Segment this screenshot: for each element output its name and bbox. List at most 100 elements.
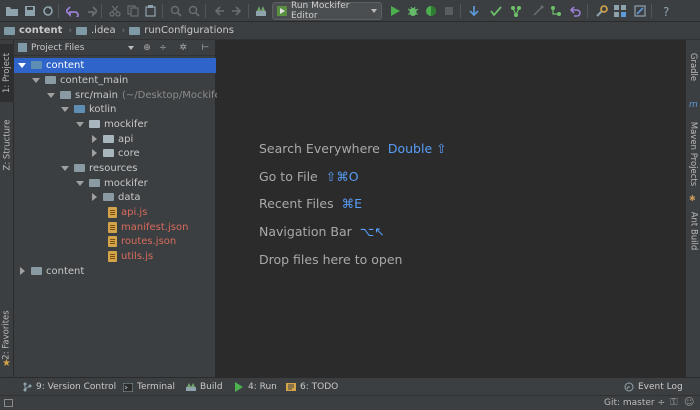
tree-item-routes-json[interactable]: routes.json bbox=[14, 234, 216, 249]
replace-icon[interactable] bbox=[186, 3, 202, 19]
tab-gradle[interactable]: Gradle bbox=[686, 46, 700, 88]
breadcrumb-item-idea[interactable]: .idea bbox=[76, 25, 116, 36]
tab-build[interactable]: Build bbox=[186, 378, 223, 396]
settings-icon[interactable] bbox=[593, 3, 609, 19]
tree-item-core[interactable]: core bbox=[14, 146, 216, 161]
hint-go-to-file: Go to File ⇧⌘O bbox=[259, 169, 359, 184]
scroll-from-source-icon[interactable]: ⊕ bbox=[142, 43, 152, 53]
status-bar: Git: master ÷ ⚿ ☺ bbox=[0, 395, 700, 410]
save-icon[interactable] bbox=[22, 3, 38, 19]
tab-event-log[interactable]: Event Log bbox=[624, 378, 683, 396]
tool-windows-toggle-icon[interactable] bbox=[4, 399, 13, 407]
source-folder-icon bbox=[74, 105, 85, 114]
find-icon[interactable] bbox=[168, 3, 184, 19]
copy-icon[interactable] bbox=[125, 3, 141, 19]
tree-item-kotlin[interactable]: kotlin bbox=[14, 102, 216, 117]
vcs-history-icon[interactable] bbox=[530, 3, 546, 19]
run-icon bbox=[234, 382, 244, 392]
navigation-breadcrumb: content › .idea › runConfigurations bbox=[0, 22, 700, 40]
vcs-revert-icon[interactable] bbox=[568, 3, 584, 19]
paste-icon[interactable] bbox=[143, 3, 159, 19]
stop-icon[interactable] bbox=[441, 3, 457, 19]
run-config-icon bbox=[277, 6, 287, 16]
right-tool-stripe: Gradle m Maven Projects ✱ Ant Build bbox=[685, 40, 700, 377]
tab-run[interactable]: 4: Run bbox=[234, 378, 277, 396]
tree-item-data[interactable]: data bbox=[14, 190, 216, 205]
folder-icon bbox=[129, 26, 141, 35]
lock-icon[interactable]: ⚿ bbox=[670, 397, 678, 408]
sdk-manager-icon[interactable] bbox=[632, 3, 648, 19]
expanded-arrow-icon bbox=[61, 106, 69, 112]
tree-item-content-main[interactable]: content_main bbox=[14, 73, 216, 88]
project-view-select[interactable]: Project Files bbox=[31, 43, 84, 53]
tab-version-control[interactable]: 9: Version Control bbox=[22, 378, 116, 396]
tab-terminal[interactable]: Terminal bbox=[123, 378, 175, 396]
cut-icon[interactable] bbox=[107, 3, 123, 19]
collapsed-arrow-icon bbox=[92, 149, 97, 158]
breadcrumb-item-run-configurations[interactable]: runConfigurations bbox=[129, 25, 234, 36]
tree-item-resources[interactable]: resources bbox=[14, 161, 216, 176]
tree-item-src-main[interactable]: src/main (~/Desktop/Mockifer bbox=[14, 88, 225, 103]
vcs-branch-icon[interactable] bbox=[548, 3, 564, 19]
folder-icon bbox=[45, 76, 56, 85]
vcs-compare-icon[interactable] bbox=[508, 3, 524, 19]
git-branch-widget[interactable]: Git: master ÷ bbox=[604, 398, 665, 408]
help-icon[interactable]: ? bbox=[658, 3, 674, 19]
collapsed-arrow-icon bbox=[92, 193, 97, 202]
hint-recent-files: Recent Files ⌘E bbox=[259, 196, 363, 211]
open-folder-icon[interactable] bbox=[4, 3, 20, 19]
project-panel: Project Files ⊕ ÷ ✲ ⊢ content content_ma… bbox=[14, 40, 225, 377]
breadcrumb-separator: › bbox=[121, 25, 126, 36]
main-toolbar: Run Mockifer Editor ? bbox=[0, 0, 700, 22]
tab-ant-build[interactable]: Ant Build bbox=[686, 204, 700, 258]
bottom-tool-bar: 9: Version Control Terminal Build 4: Run… bbox=[0, 377, 700, 395]
inspector-icon[interactable]: ☺ bbox=[684, 397, 694, 408]
expanded-arrow-icon bbox=[61, 165, 69, 171]
vcs-update-icon[interactable] bbox=[466, 3, 482, 19]
star-icon: ★ bbox=[2, 358, 11, 369]
tree-item-mockifer[interactable]: mockifer bbox=[14, 117, 216, 132]
chevron-down-icon[interactable] bbox=[128, 46, 134, 50]
folder-icon bbox=[31, 61, 42, 70]
event-log-icon bbox=[624, 382, 634, 392]
javascript-file-icon bbox=[108, 206, 117, 218]
svg-text:?: ? bbox=[663, 5, 669, 17]
tree-item-manifest-json[interactable]: manifest.json bbox=[14, 220, 216, 235]
tab-todo[interactable]: 6: TODO bbox=[286, 378, 338, 396]
hint-navigation-bar: Navigation Bar ⌥↖ bbox=[259, 224, 385, 239]
vcs-commit-icon[interactable] bbox=[488, 3, 504, 19]
run-config-label: Run Mockifer Editor bbox=[291, 1, 350, 21]
debug-icon[interactable] bbox=[405, 3, 421, 19]
tab-structure[interactable]: Z: Structure bbox=[0, 110, 14, 180]
tree-item-api-js[interactable]: api.js bbox=[14, 205, 216, 220]
tree-item-content-library[interactable]: content bbox=[14, 264, 216, 279]
redo-icon[interactable] bbox=[82, 3, 98, 19]
project-structure-icon[interactable] bbox=[612, 3, 628, 19]
editor-empty-state[interactable]: Search Everywhere Double ⇧ Go to File ⇧⌘… bbox=[217, 40, 685, 377]
folder-icon bbox=[76, 26, 87, 35]
tree-item-api[interactable]: api bbox=[14, 132, 216, 147]
tab-project[interactable]: 1: Project bbox=[0, 44, 14, 102]
expanded-arrow-icon bbox=[32, 77, 40, 83]
tab-maven-projects[interactable]: Maven Projects bbox=[686, 112, 700, 196]
ant-icon: ✱ bbox=[689, 194, 696, 203]
run-icon[interactable] bbox=[387, 3, 403, 19]
build-icon[interactable] bbox=[253, 3, 269, 19]
gear-icon[interactable]: ✲ bbox=[178, 43, 188, 53]
forward-icon[interactable] bbox=[229, 3, 245, 19]
undo-icon[interactable] bbox=[64, 3, 80, 19]
left-tool-stripe: 1: Project Z: Structure 2: Favorites ★ bbox=[0, 40, 14, 377]
sync-icon[interactable] bbox=[40, 3, 56, 19]
maven-icon: m bbox=[689, 100, 698, 110]
run-configuration-select[interactable]: Run Mockifer Editor bbox=[272, 1, 382, 21]
javascript-file-icon bbox=[108, 250, 117, 262]
hide-panel-icon[interactable]: ⊢ bbox=[200, 43, 210, 53]
tree-item-resources-mockifer[interactable]: mockifer bbox=[14, 176, 216, 191]
breadcrumb-item-content[interactable]: content bbox=[4, 25, 62, 36]
coverage-icon[interactable] bbox=[423, 3, 439, 19]
expanded-arrow-icon bbox=[76, 180, 84, 186]
back-icon[interactable] bbox=[211, 3, 227, 19]
collapse-all-icon[interactable]: ÷ bbox=[158, 43, 168, 53]
tree-item-content-root[interactable]: content bbox=[14, 58, 216, 73]
tree-item-utils-js[interactable]: utils.js bbox=[14, 249, 216, 264]
